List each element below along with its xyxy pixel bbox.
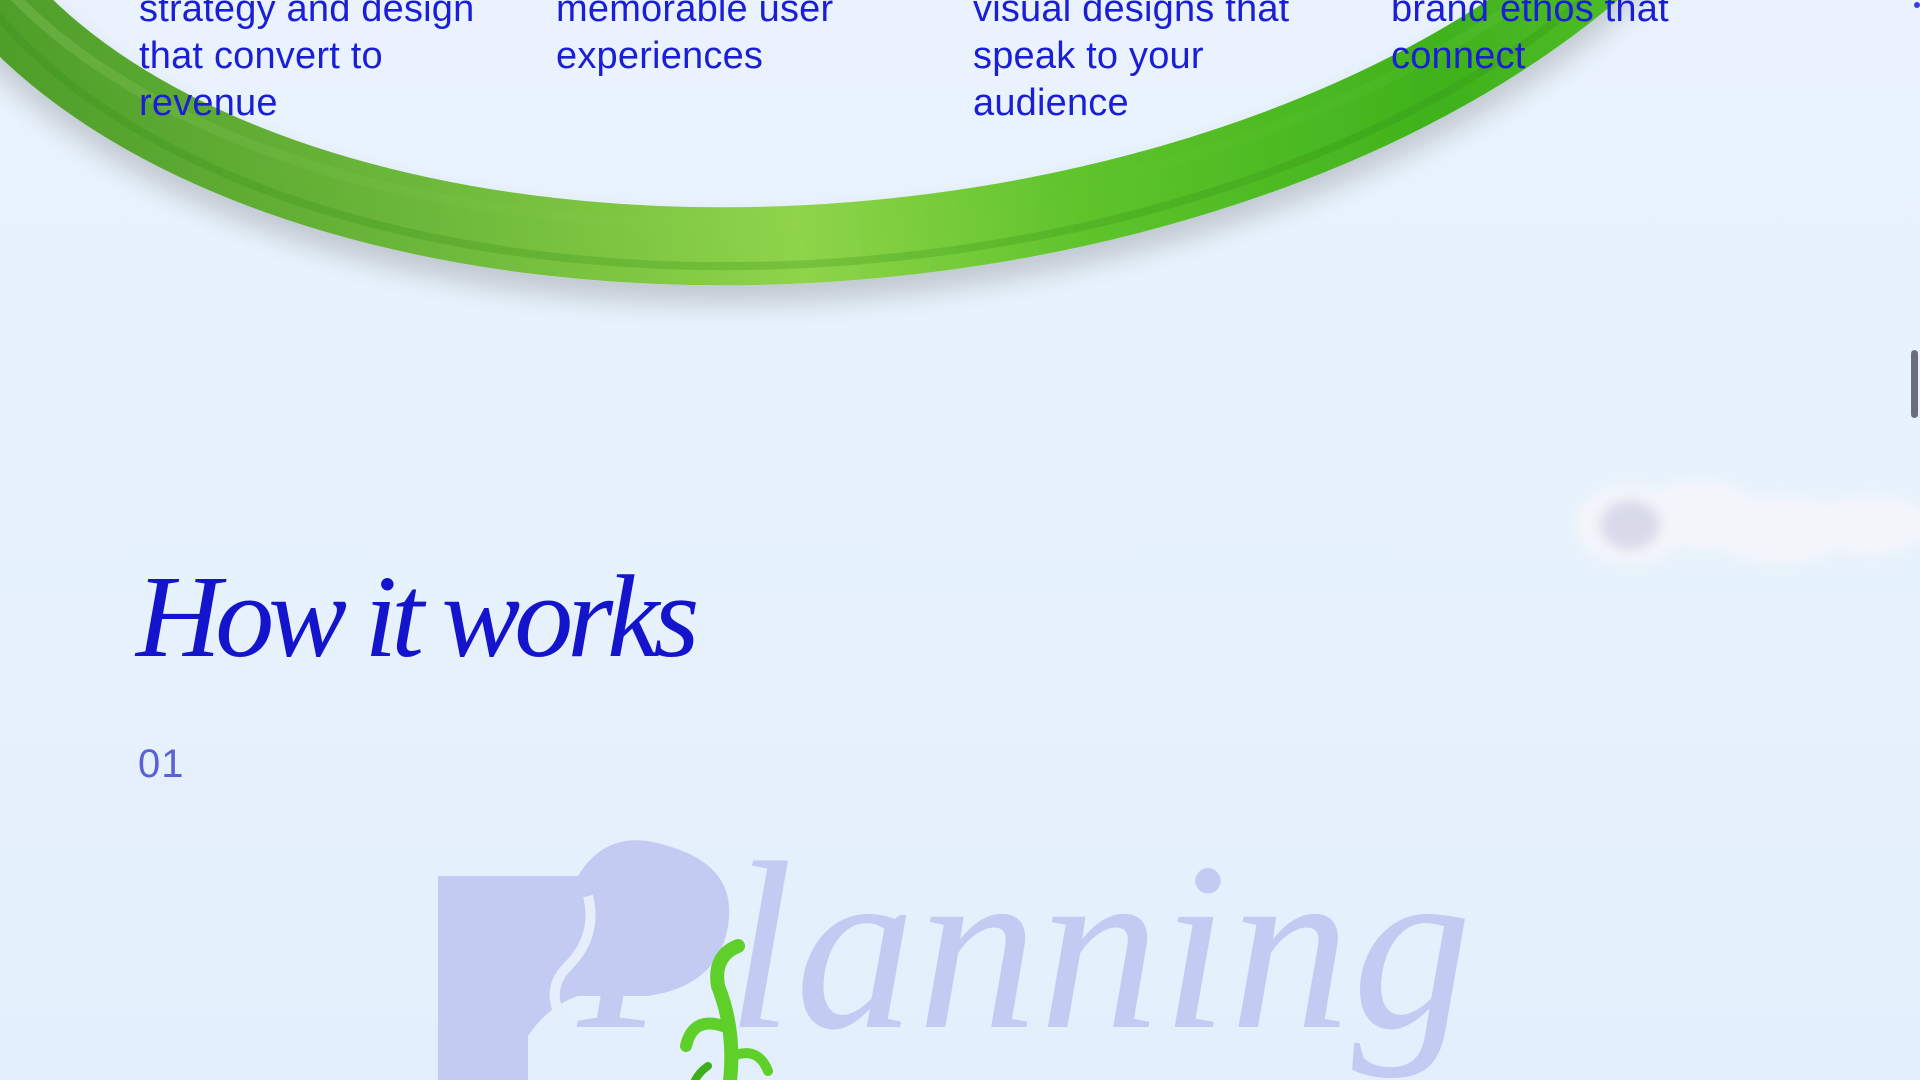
page: strategy and design that convert to reve… xyxy=(0,0,1920,1080)
services-row: strategy and design that convert to reve… xyxy=(139,0,1819,146)
service-strategy: strategy and design that convert to reve… xyxy=(139,0,519,127)
service-ux: memorable user experiences xyxy=(556,0,936,80)
step-planning: Planning xyxy=(438,816,1528,1080)
service-text: brand ethos that connect xyxy=(1391,0,1669,77)
corner-indicator-icon xyxy=(1914,2,1920,8)
service-brand: brand ethos that connect xyxy=(1391,0,1771,80)
step-number: 01 xyxy=(138,742,185,786)
scrollbar-thumb[interactable] xyxy=(1911,350,1918,418)
service-text: visual designs that speak to your audien… xyxy=(973,0,1290,124)
cloud-illustration xyxy=(1575,480,1920,565)
service-text: strategy and design that convert to reve… xyxy=(139,0,475,124)
section-title: How it works xyxy=(136,551,699,682)
service-text: memorable user experiences xyxy=(556,0,834,77)
planning-word: Planning xyxy=(578,813,1474,1079)
service-visual: visual designs that speak to your audien… xyxy=(973,0,1353,127)
